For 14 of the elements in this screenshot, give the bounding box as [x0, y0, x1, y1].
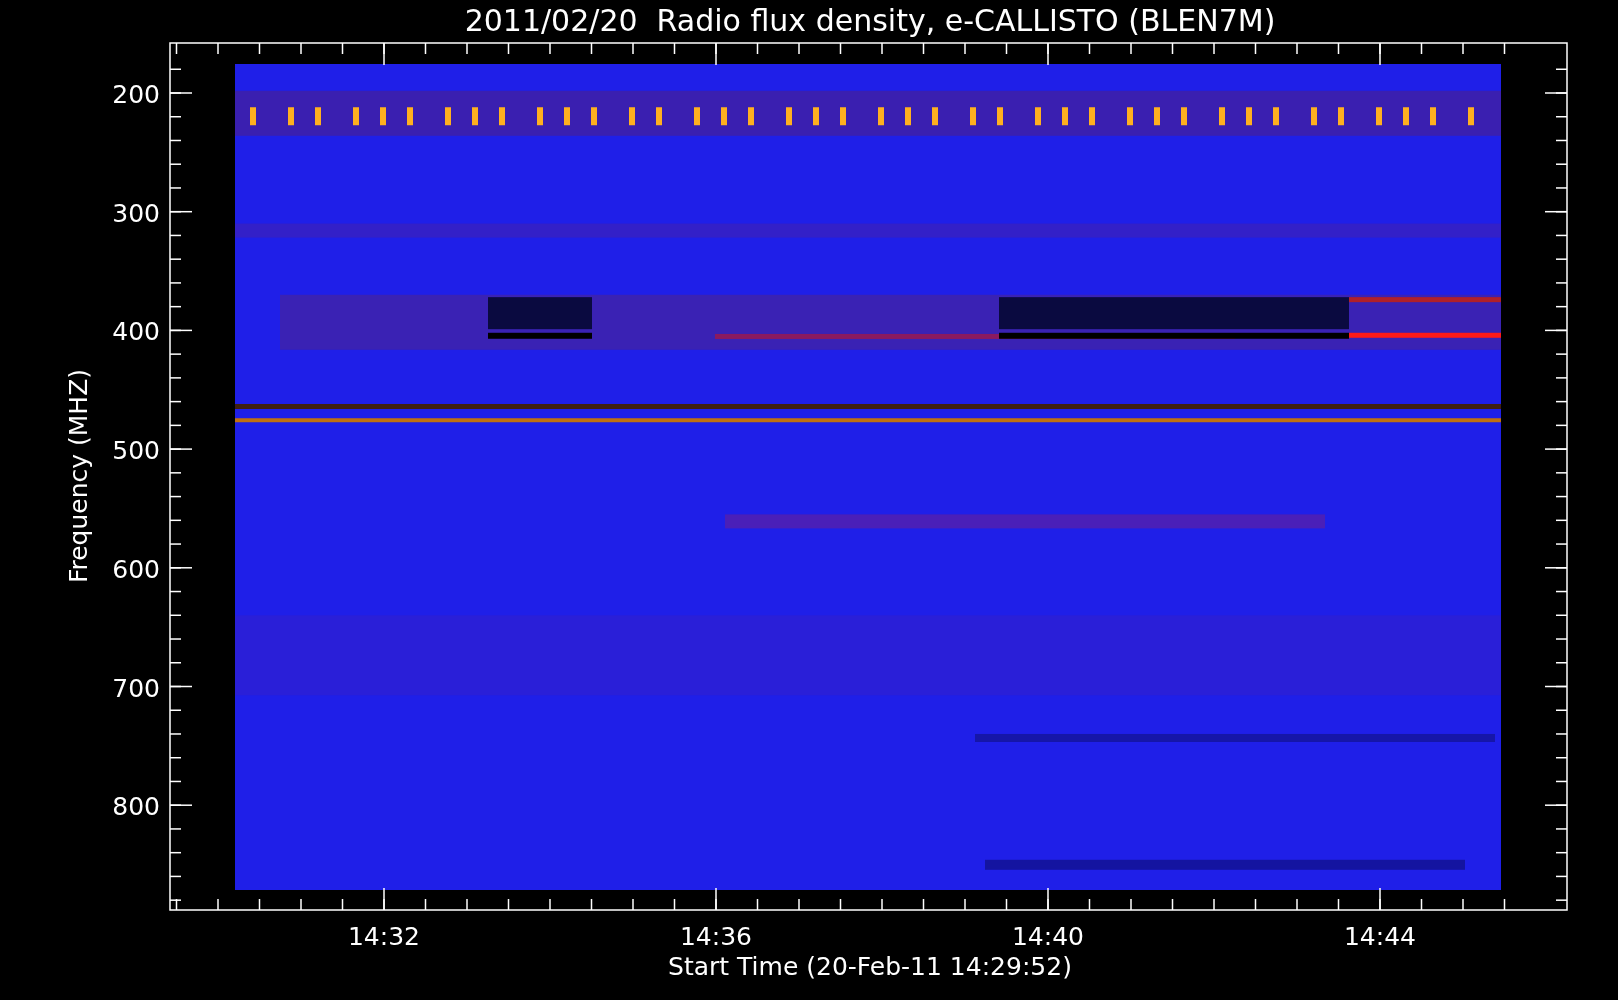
tick-label: 14:36 [680, 922, 752, 951]
tick-label: 14:44 [1344, 922, 1416, 951]
plot-title: 2011/02/20 Radio flux density, e-CALLISTO (BLEN7M) [464, 3, 1276, 38]
tick-label: 300 [112, 198, 160, 228]
tick-label: 800 [112, 792, 160, 822]
tick-label: 14:32 [348, 922, 420, 951]
tick-label: 600 [112, 554, 160, 584]
tick-label: 200 [112, 80, 160, 109]
tick-label: 400 [112, 317, 160, 347]
tick-label: 500 [112, 436, 160, 466]
tick-label: 700 [112, 673, 160, 703]
axis-label: Start Time (20-Feb-11 14:29:52) [668, 952, 1072, 981]
tick-label: 14:40 [1012, 922, 1084, 951]
axis-label: Frequency (MHZ) [64, 368, 93, 584]
